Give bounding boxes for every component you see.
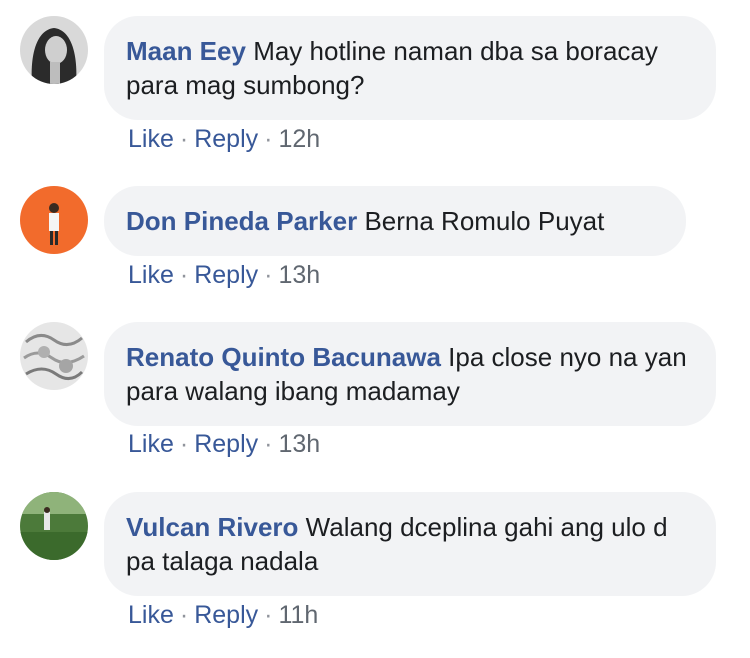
like-button[interactable]: Like (128, 125, 174, 153)
comment-actions: Like · Reply · 11h (128, 600, 318, 630)
separator-dot: · (179, 430, 189, 458)
separator-dot: · (264, 601, 273, 629)
comment-bubble: Renato Quinto Bacunawa Ipa close nyo na … (104, 322, 716, 426)
separator-dot: · (179, 261, 189, 289)
like-button[interactable]: Like (128, 601, 174, 629)
reply-button[interactable]: Reply (194, 430, 258, 458)
comment-timestamp[interactable]: 13h (278, 261, 320, 289)
reply-button[interactable]: Reply (194, 601, 258, 629)
comment-timestamp[interactable]: 13h (278, 430, 320, 458)
comment-bubble: Maan Eey May hotline naman dba sa boraca… (104, 16, 716, 120)
comment-bubble: Don Pineda Parker Berna Romulo Puyat (104, 186, 686, 256)
comment-actions: Like · Reply · 13h (128, 260, 320, 290)
comment-timestamp[interactable]: 12h (278, 125, 320, 153)
comment-author[interactable]: Renato Quinto Bacunawa (126, 342, 441, 372)
comment-text: Berna Romulo Puyat (364, 206, 605, 236)
comment-bubble: Vulcan Rivero Walang dceplina gahi ang u… (104, 492, 716, 596)
comment-author[interactable]: Don Pineda Parker (126, 206, 357, 236)
profile-photo-icon (20, 186, 88, 254)
separator-dot: · (179, 601, 189, 629)
separator-dot: · (179, 125, 189, 153)
like-button[interactable]: Like (128, 430, 174, 458)
reply-button[interactable]: Reply (194, 261, 258, 289)
profile-photo-icon (20, 16, 88, 84)
like-button[interactable]: Like (128, 261, 174, 289)
separator-dot: · (264, 261, 273, 289)
avatar[interactable] (20, 16, 88, 84)
separator-dot: · (264, 125, 273, 153)
reply-button[interactable]: Reply (194, 125, 258, 153)
avatar[interactable] (20, 322, 88, 390)
profile-photo-icon (20, 322, 88, 390)
separator-dot: · (264, 430, 273, 458)
comment-author[interactable]: Maan Eey (126, 36, 246, 66)
avatar[interactable] (20, 186, 88, 254)
comment-author[interactable]: Vulcan Rivero (126, 512, 298, 542)
comment-timestamp[interactable]: 11h (278, 601, 318, 629)
comment-actions: Like · Reply · 12h (128, 124, 320, 154)
avatar[interactable] (20, 492, 88, 560)
comment-actions: Like · Reply · 13h (128, 429, 320, 459)
profile-photo-icon (20, 492, 88, 560)
